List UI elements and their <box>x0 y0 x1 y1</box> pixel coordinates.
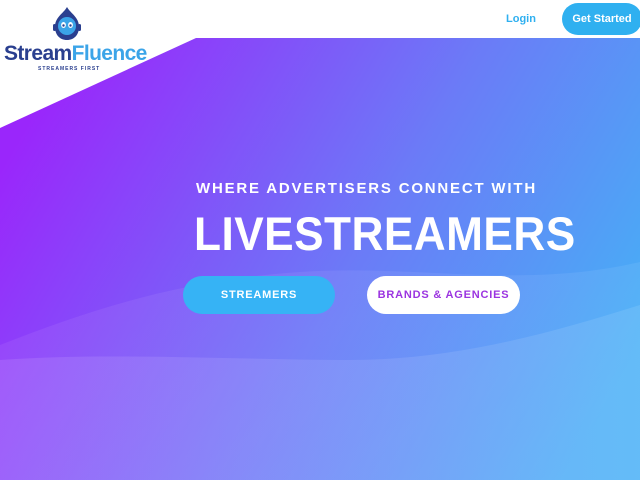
logo-word-fluence: Fluence <box>71 42 148 65</box>
streamers-button[interactable]: STREAMERS <box>183 276 335 314</box>
streamfluence-logo[interactable]: StreamFluence STREAMERS FIRST <box>2 6 147 74</box>
logo-wordmark: StreamFluence <box>4 43 147 65</box>
logo-word-stream: Stream <box>4 42 72 65</box>
get-started-button[interactable]: Get Started <box>562 3 640 35</box>
hero-subtitle: WHERE ADVERTISERS CONNECT WITH <box>196 180 537 197</box>
login-link[interactable]: Login <box>506 10 536 28</box>
robot-mascot-icon <box>53 7 81 40</box>
landing-page: StreamFluence STREAMERS FIRST Login Get … <box>0 0 640 480</box>
logo-tagline: STREAMERS FIRST <box>38 66 101 72</box>
brands-agencies-button[interactable]: BRANDS & AGENCIES <box>367 276 520 314</box>
hero-title: LIVESTREAMERS <box>194 207 576 260</box>
